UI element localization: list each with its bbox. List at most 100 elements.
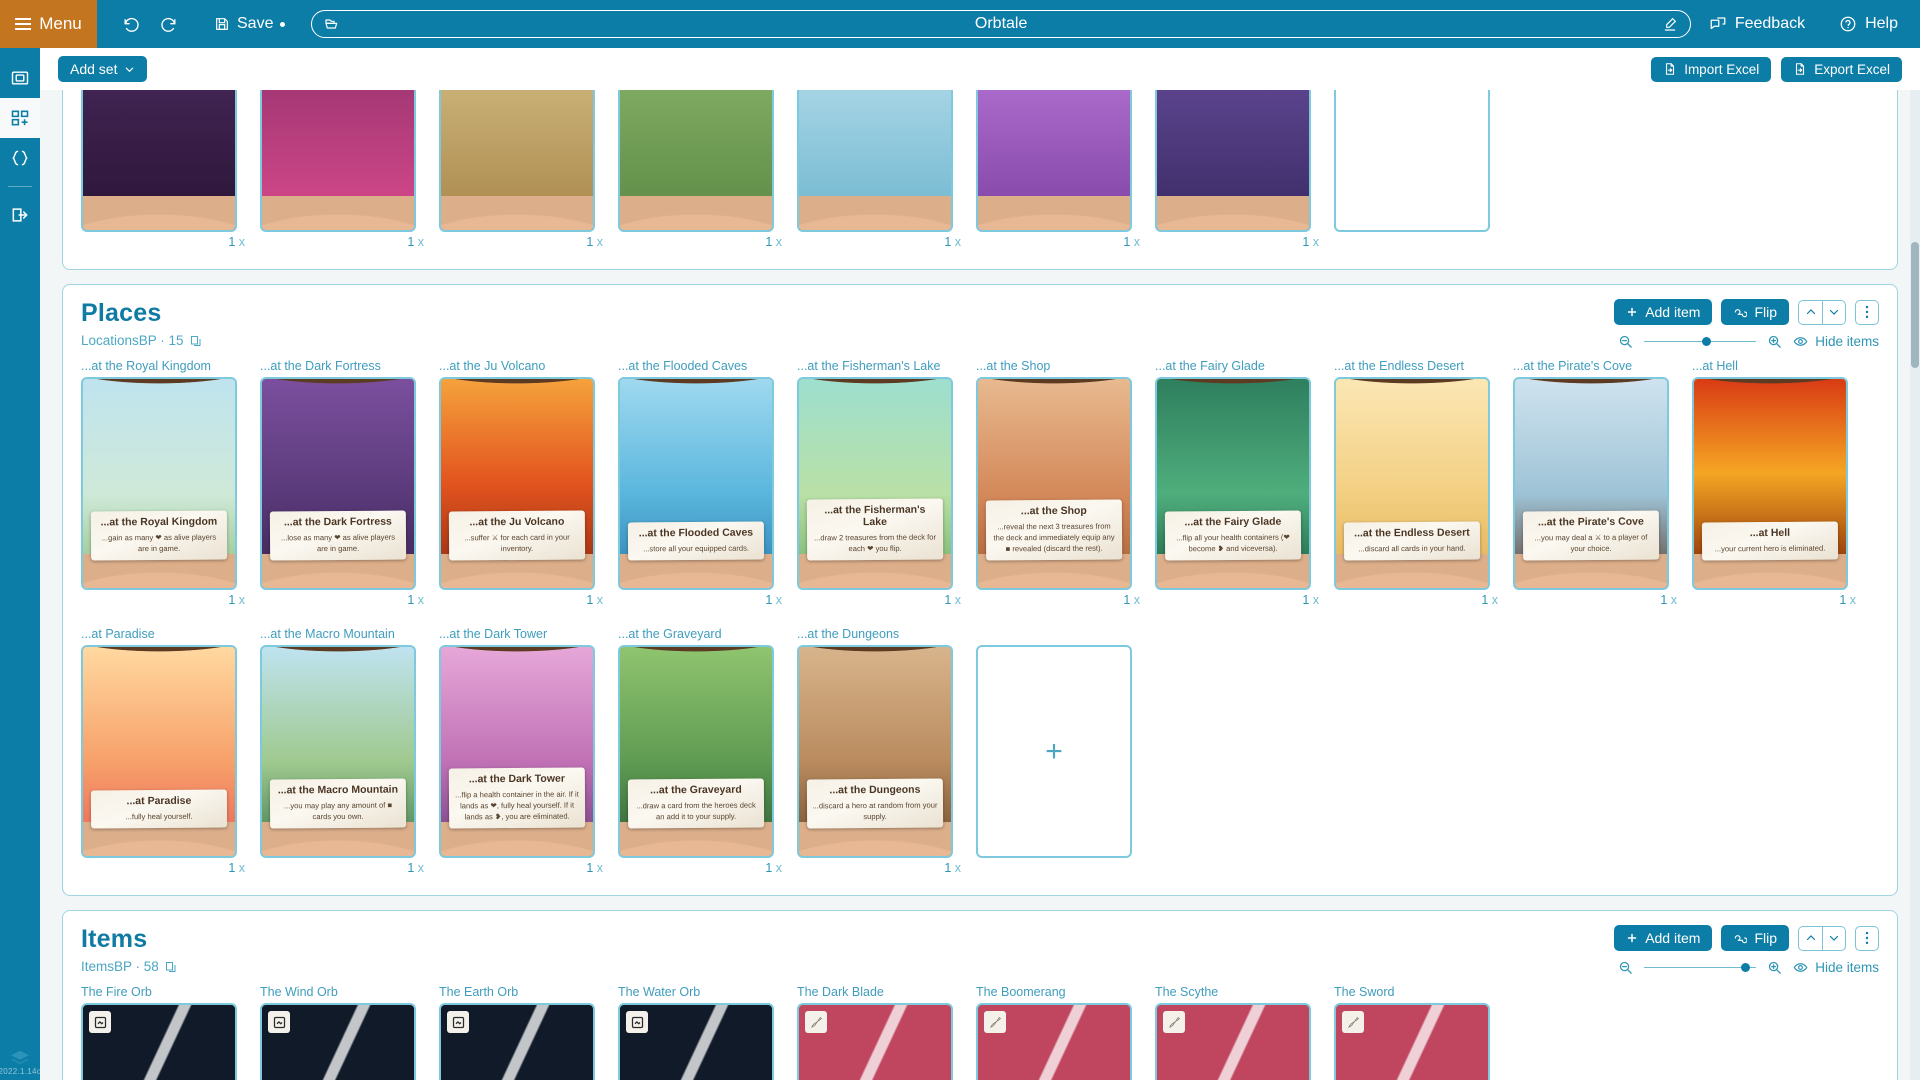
chevron-up-icon[interactable] (1798, 299, 1822, 325)
zoom-in-icon[interactable] (1767, 334, 1782, 349)
card-text-banner: ...at Hell ...your current hero is elimin… (1701, 521, 1839, 561)
chevron-up-icon[interactable] (1798, 925, 1822, 951)
card-thumbnail[interactable] (439, 90, 595, 232)
card-thumbnail[interactable] (260, 1003, 416, 1080)
card-name-label: The Boomerang (976, 985, 1066, 999)
add-set-button[interactable]: Add set (58, 56, 148, 82)
sidebar-item-card-designer[interactable] (0, 58, 40, 98)
feedback-button[interactable]: Feedback (1709, 15, 1805, 33)
hide-items-toggle[interactable]: Hide items (1793, 334, 1879, 349)
card-thumbnail[interactable] (976, 1003, 1132, 1080)
card-thumbnail[interactable]: ...at the Flooded Caves ...store all your… (618, 377, 774, 590)
list-item: ...at the Fisherman's Lake ...at the Fish… (797, 359, 967, 607)
list-item: The Boomerang (976, 985, 1146, 1080)
sidebar-item-components[interactable] (0, 98, 40, 138)
card-thumbnail[interactable]: ...at the Dark Tower ...flip a health con… (439, 645, 595, 858)
card-accent-stripe (1157, 1005, 1309, 1080)
hide-items-toggle[interactable]: Hide items (1793, 960, 1879, 975)
card-thumbnail[interactable]: ...at Paradise ...fully heal yourself. (81, 645, 237, 858)
card-banner-title: ...at the Graveyard (650, 783, 742, 797)
chevron-down-icon[interactable] (1822, 299, 1846, 325)
card-thumbnail[interactable]: ...at the Royal Kingdom ...gain as many ❤… (81, 377, 237, 590)
hide-items-label: Hide items (1815, 334, 1879, 349)
card-thumbnail[interactable]: ...at the Dungeons ...discard a hero at r… (797, 645, 953, 858)
copy-icon[interactable] (165, 961, 177, 973)
import-excel-button[interactable]: Import Excel (1651, 56, 1772, 82)
slider-thumb[interactable] (1701, 336, 1711, 346)
zoom-slider[interactable] (1644, 335, 1757, 349)
card-thumbnail[interactable] (260, 90, 416, 232)
kebab-menu-icon[interactable] (1855, 925, 1879, 951)
card-bottom-edge (441, 196, 593, 230)
zoom-out-icon[interactable] (1618, 334, 1633, 349)
pencil-edit-icon[interactable] (1662, 16, 1678, 32)
add-item-placeholder[interactable]: + (976, 645, 1132, 858)
export-excel-button[interactable]: Export Excel (1781, 56, 1902, 82)
card-text-banner: ...at the Flooded Caves ...store all your… (627, 521, 765, 561)
card-text-banner: ...at the Dungeons ...discard a hero at r… (806, 778, 944, 829)
card-accent-stripe (620, 1005, 772, 1080)
vertical-scrollbar[interactable] (1910, 90, 1920, 1080)
card-quantity: 1 x (1123, 235, 1140, 249)
card-thumbnail[interactable]: ...at the Fairy Glade ...flip all your he… (1155, 377, 1311, 590)
card-banner-title: ...at the Dark Tower (468, 772, 565, 786)
card-thumbnail[interactable]: ...at the Ju Volcano ...suffer ⚔ for each… (439, 377, 595, 590)
card-grid: The Fire Orb The Wind Orb The Earth Orb The… (63, 979, 1897, 1080)
panel-header-left: Items ItemsBP · 58 (81, 925, 177, 974)
card-thumbnail[interactable]: ...at the Dark Fortress ...lose as many ❤… (260, 377, 416, 590)
zoom-slider[interactable] (1644, 961, 1757, 975)
folder-open-icon[interactable] (324, 16, 340, 32)
flip-button[interactable]: Flip (1721, 925, 1789, 951)
card-bottom-edge (83, 196, 235, 230)
card-text-banner: ...at the Shop ...reveal the next 3 treas… (985, 499, 1123, 561)
card-banner-title: ...at the Flooded Caves (638, 526, 754, 540)
card-thumbnail[interactable] (81, 1003, 237, 1080)
card-thumbnail[interactable]: ...at the Pirate's Cove ...you may deal a… (1513, 377, 1669, 590)
zoom-out-icon[interactable] (1618, 960, 1633, 975)
card-thumbnail[interactable] (1155, 90, 1311, 232)
kebab-menu-icon[interactable] (1855, 299, 1879, 325)
card-thumbnail[interactable] (797, 90, 953, 232)
card-thumbnail[interactable]: ...at the Graveyard ...draw a card from t… (618, 645, 774, 858)
card-thumbnail[interactable]: ...at the Endless Desert ...discard all c… (1334, 377, 1490, 590)
card-thumbnail[interactable] (618, 1003, 774, 1080)
list-item: ...at Hell ...at Hell ...your current hero… (1692, 359, 1862, 607)
card-thumbnail[interactable] (1155, 1003, 1311, 1080)
card-thumbnail[interactable] (1334, 1003, 1490, 1080)
help-button[interactable]: Help (1839, 15, 1898, 33)
section-title: Items (81, 925, 148, 953)
card-thumbnail[interactable]: ...at the Shop ...reveal the next 3 treas… (976, 377, 1132, 590)
card-thumbnail[interactable] (618, 90, 774, 232)
app-version: 2022.1.14o (0, 1067, 42, 1076)
card-thumbnail[interactable] (976, 90, 1132, 232)
list-item: 1 x (618, 90, 788, 249)
slider-thumb[interactable] (1741, 962, 1751, 972)
sidebar-item-export[interactable] (0, 195, 40, 235)
card-bottom-edge (978, 196, 1130, 230)
card-thumbnail[interactable]: ...at the Macro Mountain ...you may play … (260, 645, 416, 858)
scrollbar-thumb[interactable] (1911, 242, 1919, 368)
save-button[interactable]: Save (214, 15, 286, 33)
card-quantity: 1 x (1123, 593, 1140, 607)
add-item-button[interactable]: Add item (1614, 925, 1713, 951)
card-thumbnail[interactable] (81, 90, 237, 232)
add-item-button[interactable]: Add item (1614, 299, 1713, 325)
chevron-down-icon[interactable] (1822, 925, 1846, 951)
document-title-bar[interactable]: Orbtale (311, 10, 1691, 38)
copy-icon[interactable] (190, 335, 202, 347)
add-item-placeholder[interactable] (1334, 90, 1490, 232)
sidebar-item-code[interactable] (0, 138, 40, 178)
card-quantity: 1 x (1660, 593, 1677, 607)
card-thumbnail[interactable]: ...at Hell ...your current hero is elimin… (1692, 377, 1848, 590)
main-content: 1 x 1 x 1 x 1 x 1 x 1 x 1 x Places LocationsBP … (40, 90, 1920, 1080)
undo-icon[interactable] (122, 15, 141, 34)
zoom-in-icon[interactable] (1767, 960, 1782, 975)
list-item: ...at the Ju Volcano ...at the Ju Volcano… (439, 359, 609, 607)
card-thumbnail[interactable]: ...at the Fisherman's Lake ...draw 2 trea… (797, 377, 953, 590)
card-top-edge (978, 379, 1130, 395)
card-thumbnail[interactable] (797, 1003, 953, 1080)
redo-icon[interactable] (159, 15, 178, 34)
flip-button[interactable]: Flip (1721, 299, 1789, 325)
card-thumbnail[interactable] (439, 1003, 595, 1080)
menu-button[interactable]: Menu (0, 0, 97, 48)
